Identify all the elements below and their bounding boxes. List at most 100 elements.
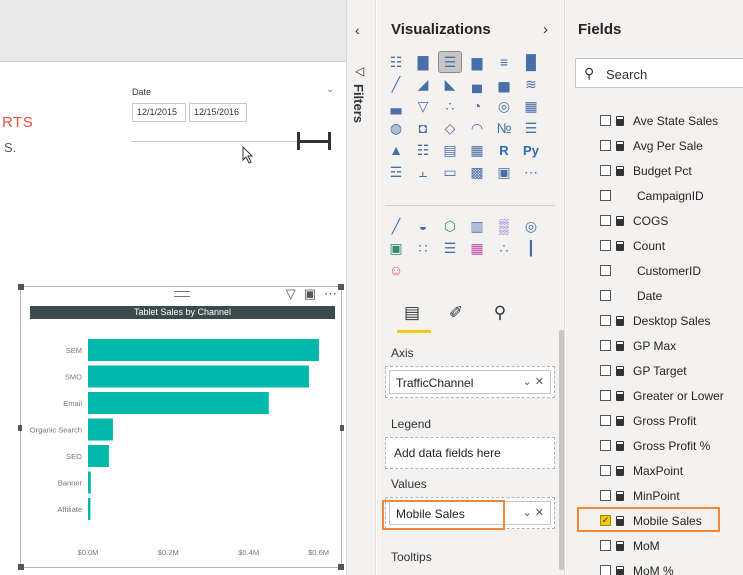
values-field-controls-icon[interactable]: ⌄ ✕ (523, 506, 545, 519)
filled-map-icon[interactable]: ◘ (412, 118, 434, 138)
axis-field-chip[interactable]: TrafficChannel ⌄ ✕ (389, 370, 551, 394)
field-checkbox[interactable] (600, 415, 611, 426)
slicer-start-date[interactable]: 12/1/2015 (132, 103, 186, 122)
field-item[interactable]: Avg Per Sale (600, 133, 724, 158)
field-checkbox[interactable] (600, 115, 611, 126)
field-item[interactable]: Gross Profit % (600, 433, 724, 458)
field-checkbox[interactable] (600, 390, 611, 401)
field-checkbox[interactable] (600, 340, 611, 351)
fields-search-input[interactable]: ⚲ Search (575, 58, 743, 88)
custom-line-icon[interactable]: ╱ (385, 216, 407, 236)
more-visuals-icon[interactable]: ⋯ (520, 162, 542, 182)
custom-figure-icon[interactable]: ☺ (385, 260, 407, 280)
resize-handle-tr[interactable] (338, 284, 344, 290)
treemap-icon[interactable]: ▦ (520, 96, 542, 116)
filters-label[interactable]: Filters (351, 84, 366, 123)
funnel-icon[interactable]: ▽ (412, 96, 434, 116)
100pct-column-icon[interactable]: █ (520, 52, 542, 72)
axis-field-controls-icon[interactable]: ⌄ ✕ (523, 375, 545, 388)
field-item[interactable]: MoM % (600, 558, 724, 575)
table-icon[interactable]: ▤ (439, 140, 461, 160)
custom-list-icon[interactable]: ☰ (439, 238, 461, 258)
drag-grip-icon[interactable] (174, 291, 190, 297)
kpi-icon[interactable]: ▲ (385, 140, 407, 160)
scatter-icon[interactable]: ∴ (439, 96, 461, 116)
field-checkbox[interactable] (600, 240, 611, 251)
legend-well[interactable]: Add data fields here (385, 437, 555, 469)
field-item[interactable]: Budget Pct (600, 158, 724, 183)
paginated-icon[interactable]: ▣ (493, 162, 515, 182)
shape-map-icon[interactable]: ◇ (439, 118, 461, 138)
qa-icon[interactable]: ▭ (439, 162, 461, 182)
filter-funnel-icon[interactable]: ◁ (355, 64, 364, 78)
field-checkbox[interactable] (600, 140, 611, 151)
gauge-icon[interactable]: ◠ (466, 118, 488, 138)
decomposition-tree-icon[interactable]: ⫠ (412, 162, 434, 182)
expand-chevron-left-icon[interactable]: ‹ (355, 22, 360, 38)
pane-scrollbar[interactable] (559, 330, 564, 570)
key-influencers-icon[interactable]: ☲ (385, 162, 407, 182)
bar[interactable] (88, 418, 113, 441)
field-checkbox[interactable] (600, 365, 611, 376)
field-item[interactable]: CustomerID (600, 258, 724, 283)
custom-timeline-icon[interactable]: ∴ (493, 238, 515, 258)
matrix-icon[interactable]: ▦ (466, 140, 488, 160)
pie-chart-icon[interactable]: ◔ (466, 96, 488, 116)
field-checkbox[interactable] (600, 565, 611, 575)
bar[interactable] (88, 392, 269, 414)
bar[interactable] (88, 498, 91, 520)
field-item[interactable]: GP Target (600, 358, 724, 383)
field-checkbox[interactable] (600, 315, 611, 326)
100pct-bar-icon[interactable]: ≡ (493, 52, 515, 72)
field-item[interactable]: MoM (600, 533, 724, 558)
report-canvas[interactable]: RTS S. Date ⌄ 12/1/2015 12/15/2016 ▽ ▣ ⋯ (0, 0, 346, 575)
format-tab-icon[interactable]: ✐ (445, 303, 467, 325)
stacked-area-icon[interactable]: ◣ (439, 74, 461, 94)
custom-hexagon-icon[interactable]: ⬡ (439, 216, 461, 236)
field-item[interactable]: Date (600, 283, 724, 308)
field-item[interactable]: Count (600, 233, 724, 258)
field-item[interactable]: Gross Profit (600, 408, 724, 433)
line-chart-icon[interactable]: ╱ (385, 74, 407, 94)
custom-grid-icon[interactable]: ▦ (466, 238, 488, 258)
clustered-bar-icon[interactable]: ☰ (438, 51, 462, 73)
field-item[interactable]: MaxPoint (600, 458, 724, 483)
field-checkbox[interactable] (600, 165, 611, 176)
stacked-bar-icon[interactable]: ☷ (385, 52, 407, 72)
field-checkbox[interactable] (600, 290, 611, 301)
custom-table-icon[interactable]: ▥ (466, 216, 488, 236)
line-clustered-column-icon[interactable]: ▅ (493, 74, 515, 94)
card-icon[interactable]: № (493, 118, 515, 138)
custom-globe-icon[interactable]: ◎ (520, 216, 542, 236)
waterfall-icon[interactable]: ▃ (385, 96, 407, 116)
custom-dots-icon[interactable]: ∷ (412, 238, 434, 258)
analytics-tab-icon[interactable]: ⚲ (489, 303, 511, 325)
bar[interactable] (88, 445, 109, 467)
slicer-end-date[interactable]: 12/15/2016 (189, 103, 247, 122)
clustered-column-icon[interactable]: ▆ (466, 52, 488, 72)
filters-pane-collapsed[interactable]: ‹ ◁ Filters (346, 0, 376, 575)
field-item[interactable]: Ave State Sales (600, 108, 724, 133)
area-chart-icon[interactable]: ◢ (412, 74, 434, 94)
field-checkbox[interactable] (600, 540, 611, 551)
bar-chart-visual[interactable]: ▽ ▣ ⋯ Tablet Sales by Channel SEM SMO Emai… (18, 284, 344, 570)
python-visual-icon[interactable]: Py (520, 140, 542, 160)
resize-handle-tl[interactable] (18, 284, 24, 290)
collapse-chevron-right-icon[interactable]: › (543, 21, 548, 38)
bar[interactable] (88, 471, 91, 494)
smart-narrative-icon[interactable]: ▩ (466, 162, 488, 182)
slicer-icon[interactable]: ☷ (412, 140, 434, 160)
field-item[interactable]: MinPoint (600, 483, 724, 508)
field-item[interactable]: COGS (600, 208, 724, 233)
focus-mode-icon[interactable]: ▣ (304, 286, 316, 302)
field-checkbox[interactable] (600, 190, 611, 201)
field-item[interactable]: GP Max (600, 333, 724, 358)
slicer-dropdown-chevron-icon[interactable]: ⌄ (326, 84, 334, 95)
ribbon-chart-icon[interactable]: ≋ (520, 74, 542, 94)
slicer-end-handle[interactable] (328, 132, 331, 150)
field-checkbox[interactable] (600, 215, 611, 226)
field-checkbox[interactable] (600, 440, 611, 451)
filter-icon[interactable]: ▽ (286, 286, 296, 302)
more-options-icon[interactable]: ⋯ (324, 286, 337, 302)
axis-well[interactable]: TrafficChannel ⌄ ✕ (385, 366, 555, 398)
